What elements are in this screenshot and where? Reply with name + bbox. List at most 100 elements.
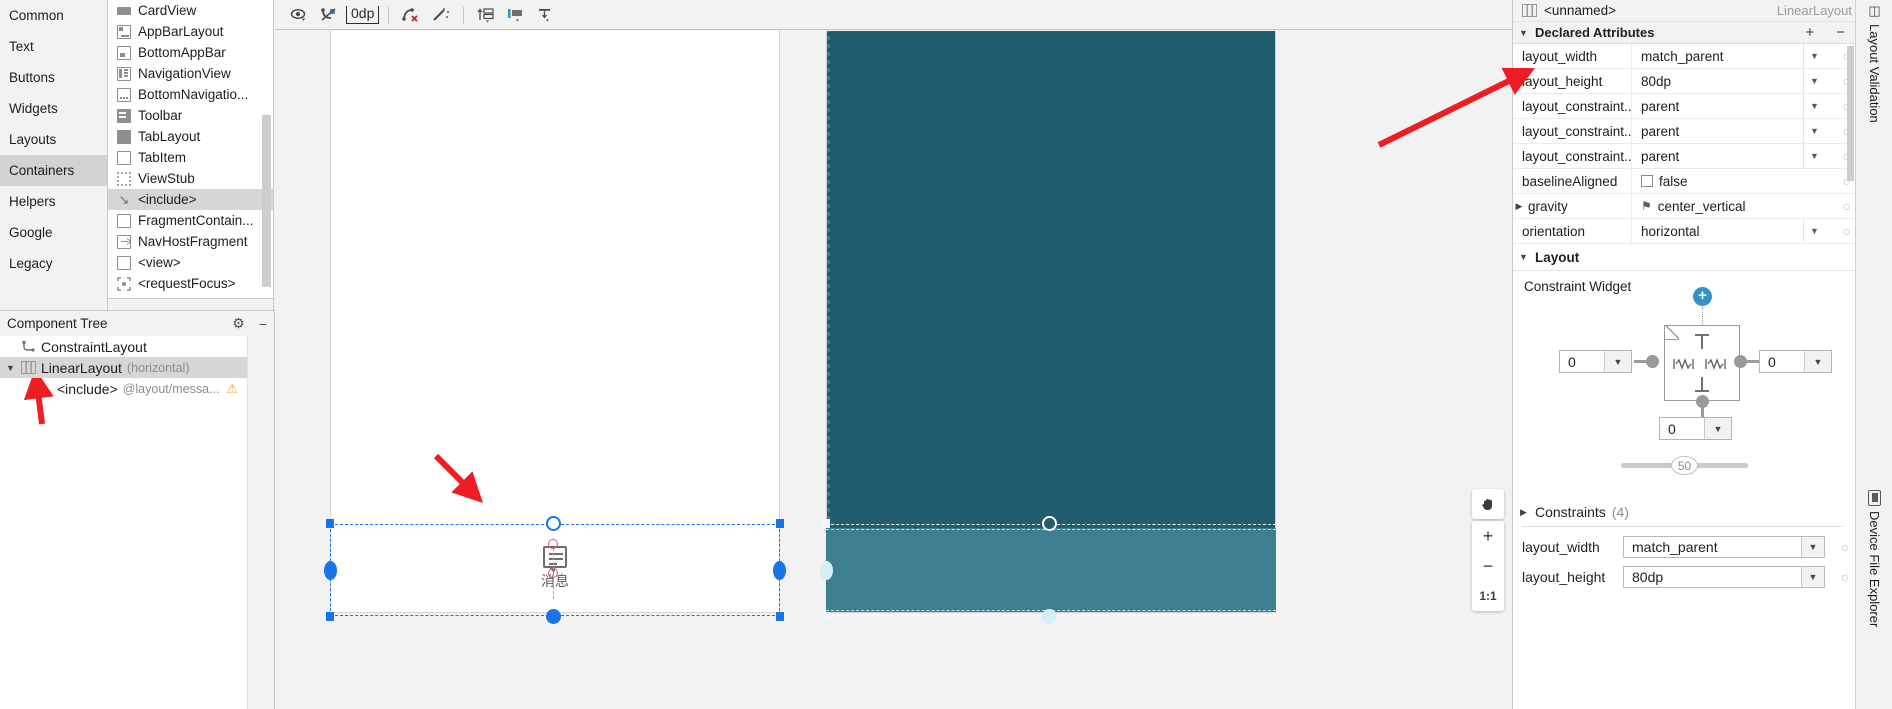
add-attribute-button[interactable]: + bbox=[1805, 24, 1814, 41]
palette-item[interactable]: NavigationView bbox=[108, 63, 274, 84]
chevron-down-icon[interactable]: ▼ bbox=[1803, 69, 1825, 93]
attribute-row-layout_width[interactable]: layout_widthmatch_parent▼○ bbox=[1513, 44, 1855, 69]
constraint-anchor-bottom[interactable] bbox=[546, 609, 561, 624]
bottom-row-layout-height[interactable]: layout_height 80dp ▼ ○ bbox=[1513, 563, 1855, 591]
chevron-down-icon[interactable]: ▼ bbox=[1803, 44, 1825, 68]
palette-item[interactable]: TabItem bbox=[108, 147, 274, 168]
selected-widget-blueprint[interactable] bbox=[820, 516, 1276, 624]
toggle-constraints-icon[interactable] bbox=[314, 2, 344, 28]
align-icon[interactable] bbox=[501, 2, 531, 28]
palette-category-legacy[interactable]: Legacy bbox=[0, 248, 107, 279]
chevron-down-icon[interactable]: ▼ bbox=[1803, 219, 1825, 243]
blueprint-anchor-bottom[interactable] bbox=[1042, 609, 1057, 624]
palette-item[interactable]: NavHostFragment bbox=[108, 231, 274, 252]
selection-handle-br[interactable] bbox=[776, 612, 784, 621]
palette-item[interactable]: CardView bbox=[108, 0, 274, 21]
tree-expander-linearlayout[interactable]: ▼ bbox=[5, 363, 16, 373]
chevron-down-icon[interactable]: ▼ bbox=[1803, 94, 1825, 118]
chevron-down-icon[interactable]: ▼ bbox=[1803, 144, 1825, 168]
chevron-down-icon[interactable]: ▼ bbox=[1801, 537, 1824, 557]
chevron-down-icon[interactable]: ▼ bbox=[1604, 351, 1631, 372]
attribute-row-layout_constraint[interactable]: layout_constraint...parent▼○ bbox=[1513, 144, 1855, 169]
attribute-value-cell[interactable]: false bbox=[1631, 169, 1855, 193]
warning-icon[interactable]: ⚠ bbox=[226, 381, 238, 397]
palette-item[interactable]: FragmentContain... bbox=[108, 210, 274, 231]
pack-icon[interactable] bbox=[531, 2, 561, 28]
selected-widget-design[interactable]: 消息 bbox=[324, 516, 786, 624]
palette-item[interactable]: <view> bbox=[108, 252, 274, 273]
attributes-scrollbar[interactable] bbox=[1847, 46, 1854, 181]
bias-value[interactable]: 50 bbox=[1671, 456, 1698, 475]
attribute-row-baselineAligned[interactable]: baselineAligned false ○ bbox=[1513, 169, 1855, 194]
chevron-down-icon[interactable]: ▼ bbox=[1801, 567, 1824, 587]
tree-row-linearlayout[interactable]: ▼ LinearLayout (horizontal) bbox=[0, 357, 274, 378]
palette-item[interactable]: Toolbar bbox=[108, 105, 274, 126]
palette-category-containers[interactable]: Containers bbox=[0, 155, 107, 186]
chevron-right-icon[interactable]: ▶ bbox=[1513, 201, 1525, 212]
guidelines-icon[interactable] bbox=[471, 2, 501, 28]
palette-category-text[interactable]: Text bbox=[0, 31, 107, 62]
default-margin-button[interactable]: 0dp bbox=[346, 6, 380, 24]
checkbox[interactable] bbox=[1641, 175, 1653, 187]
tree-row-constraintlayout[interactable]: ConstraintLayout bbox=[0, 336, 274, 357]
layout-section-header[interactable]: ▼ Layout bbox=[1513, 244, 1855, 271]
zoom-out-button[interactable]: − bbox=[1472, 551, 1504, 581]
palette-scrollbar[interactable] bbox=[262, 115, 271, 287]
attribute-row-orientation[interactable]: orientation horizontal ▼ ○ bbox=[1513, 219, 1855, 244]
palette-category-common[interactable]: Common bbox=[0, 0, 107, 31]
blueprint-handle-bl[interactable] bbox=[822, 612, 830, 621]
tool-window-layout-validation[interactable]: ◫ Layout Validation bbox=[1856, 3, 1892, 123]
gear-icon[interactable]: ⚙ bbox=[232, 315, 245, 332]
remove-attribute-button[interactable]: − bbox=[1836, 24, 1845, 41]
chevron-down-icon[interactable]: ▼ bbox=[1804, 351, 1831, 372]
attribute-row-gravity[interactable]: ▶ gravity ⚑ center_vertical ○ bbox=[1513, 194, 1855, 219]
constraint-node-left[interactable] bbox=[1646, 355, 1659, 368]
favorite-icon[interactable]: ○ bbox=[1843, 223, 1851, 239]
margin-bottom-value[interactable]: 0 bbox=[1660, 421, 1704, 437]
favorite-icon[interactable]: ○ bbox=[1841, 539, 1849, 555]
infer-constraints-icon[interactable] bbox=[426, 2, 456, 28]
palette-category-buttons[interactable]: Buttons bbox=[0, 62, 107, 93]
palette-item-list[interactable]: CardView AppBarLayout BottomAppBar Navigati… bbox=[108, 0, 274, 298]
component-tree-body[interactable]: ConstraintLayout ▼ LinearLayout (horizon… bbox=[0, 336, 274, 709]
attribute-value-cell[interactable]: ⚑ center_vertical bbox=[1631, 194, 1855, 218]
selection-handle-bl[interactable] bbox=[326, 612, 334, 621]
palette-item[interactable]: ViewStub bbox=[108, 168, 274, 189]
favorite-icon[interactable]: ○ bbox=[1843, 198, 1851, 214]
chevron-down-icon[interactable]: ▼ bbox=[1518, 28, 1529, 38]
chevron-down-icon[interactable]: ▼ bbox=[1803, 119, 1825, 143]
declared-attributes-section-header[interactable]: ▼ Declared Attributes + − bbox=[1513, 22, 1855, 44]
palette-category-google[interactable]: Google bbox=[0, 217, 107, 248]
palette-item[interactable]: AppBarLayout bbox=[108, 21, 274, 42]
add-constraint-button[interactable]: + bbox=[1693, 287, 1712, 306]
selection-handle-tr[interactable] bbox=[776, 519, 784, 528]
layout-width-field[interactable]: match_parent ▼ bbox=[1623, 536, 1825, 558]
constraint-anchor-left[interactable] bbox=[324, 561, 337, 580]
favorite-icon[interactable]: ○ bbox=[1841, 569, 1849, 585]
clear-constraints-icon[interactable] bbox=[396, 2, 426, 28]
layout-height-field[interactable]: 80dp ▼ bbox=[1623, 566, 1825, 588]
constraint-widget[interactable]: + 0 ▼ 0 ▼ 0 ▼ 50 bbox=[1513, 277, 1855, 492]
palette-item[interactable]: BottomAppBar bbox=[108, 42, 274, 63]
blueprint-anchor-top[interactable] bbox=[1042, 516, 1057, 531]
minimize-icon[interactable]: − bbox=[259, 316, 267, 332]
bottom-row-layout-width[interactable]: layout_width match_parent ▼ ○ bbox=[1513, 533, 1855, 561]
chevron-right-icon[interactable]: ▶ bbox=[1518, 507, 1529, 518]
constraint-anchor-top[interactable] bbox=[546, 516, 561, 531]
zoom-reset-button[interactable]: 1:1 bbox=[1472, 581, 1504, 611]
constraint-widget-box[interactable] bbox=[1664, 325, 1740, 401]
zoom-controls[interactable]: + − 1:1 bbox=[1472, 521, 1504, 611]
attribute-row-layout_constraint[interactable]: layout_constraint...parent▼○ bbox=[1513, 119, 1855, 144]
zoom-in-button[interactable]: + bbox=[1472, 521, 1504, 551]
attribute-row-layout_constraint[interactable]: layout_constraint...parent▼○ bbox=[1513, 94, 1855, 119]
palette-item[interactable]: ↘ <include> bbox=[108, 189, 274, 210]
chevron-down-icon[interactable]: ▼ bbox=[1518, 252, 1529, 262]
constraints-section-header[interactable]: ▶ Constraints (4) bbox=[1513, 498, 1855, 526]
tool-window-device-file-explorer[interactable]: Device File Explorer bbox=[1856, 490, 1892, 627]
blueprint-handle-tl[interactable] bbox=[822, 519, 830, 528]
palette-item[interactable]: BottomNavigatio... bbox=[108, 84, 274, 105]
palette-category-widgets[interactable]: Widgets bbox=[0, 93, 107, 124]
selection-handle-tl[interactable] bbox=[326, 519, 334, 528]
attribute-row-layout_height[interactable]: layout_height80dp▼○ bbox=[1513, 69, 1855, 94]
palette-category-layouts[interactable]: Layouts bbox=[0, 124, 107, 155]
